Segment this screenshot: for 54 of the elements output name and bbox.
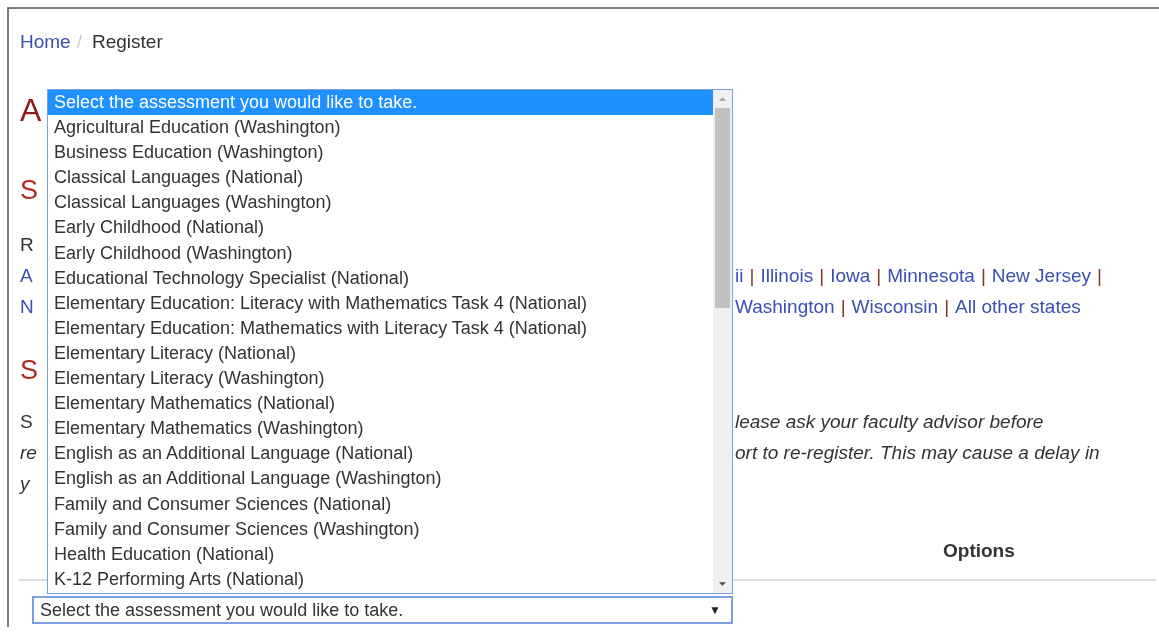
note-text: re [20, 442, 37, 463]
breadcrumb-current: Register [91, 30, 163, 54]
dropdown-option[interactable]: Elementary Literacy (National) [48, 340, 713, 367]
state-link[interactable]: Washington [735, 292, 835, 322]
link-separator: | [819, 264, 825, 288]
note-text: y [20, 473, 30, 494]
state-link[interactable]: A [20, 265, 33, 286]
link-separator: | [749, 264, 755, 288]
state-link[interactable]: All other states [955, 292, 1081, 322]
dropdown-option[interactable]: Agricultural Education (Washington) [48, 115, 713, 141]
page-title: A [20, 91, 42, 130]
scroll-down-icon[interactable] [718, 581, 727, 587]
dropdown-option[interactable]: K-12 Performing Arts (National) [48, 566, 713, 592]
scrollbar[interactable] [713, 90, 732, 593]
column-header: Options [943, 539, 1015, 563]
link-separator: | [944, 295, 950, 319]
note-text: S [20, 411, 33, 432]
dropdown-option[interactable]: Health Education (National) [48, 541, 713, 567]
section-heading: S [20, 174, 38, 207]
dropdown-option[interactable]: Business Education (Washington) [48, 140, 713, 166]
dropdown-option[interactable]: Elementary Literacy (Washington) [48, 366, 713, 392]
dropdown-option[interactable]: Early Childhood (Washington) [48, 240, 713, 266]
state-link[interactable]: Illinois [760, 261, 814, 291]
link-separator: | [1097, 264, 1102, 288]
state-link[interactable]: ii [735, 261, 744, 291]
dropdown-option[interactable]: Educational Technology Specialist (National) [48, 265, 713, 291]
link-separator: | [876, 264, 882, 288]
assessment-select[interactable]: Select the assessment you would like to take. ▼ [32, 596, 733, 624]
dropdown-option[interactable]: English as an Additional Language (National) [48, 441, 713, 467]
state-link[interactable]: Minnesota [887, 261, 975, 291]
dropdown-option[interactable]: Family and Consumer Sciences (Washington) [48, 516, 713, 542]
state-link[interactable]: N [20, 296, 34, 317]
note-text: ort to re-register. This may cause a delay in [735, 441, 1100, 465]
scroll-up-icon[interactable] [718, 96, 727, 102]
dropdown-option[interactable]: English as an Additional Language (Washington) [48, 466, 713, 492]
state-link[interactable]: Wisconsin [851, 292, 939, 322]
breadcrumb-separator: / [76, 30, 82, 54]
note-text: lease ask your faculty advisor before [735, 410, 1044, 434]
dropdown-option[interactable]: Elementary Education: Literacy with Mathematics Task 4 (National) [48, 290, 713, 316]
section-heading: S [20, 354, 38, 387]
dropdown-option[interactable]: Family and Consumer Sciences (National) [48, 491, 713, 517]
dropdown-option[interactable]: Classical Languages (National) [48, 165, 713, 191]
state-link[interactable]: New Jersey [991, 261, 1092, 291]
state-link[interactable]: Iowa [830, 261, 871, 291]
scrollbar-thumb[interactable] [715, 108, 730, 308]
dropdown-option[interactable]: Elementary Mathematics (National) [48, 391, 713, 417]
dropdown-option[interactable]: Elementary Education: Mathematics with Literacy Task 4 (National) [48, 315, 713, 341]
dropdown-option[interactable]: Early Childhood (National) [48, 215, 713, 241]
dropdown-option[interactable]: Classical Languages (Washington) [48, 190, 713, 216]
dropdown-option[interactable]: Elementary Mathematics (Washington) [48, 416, 713, 442]
intro-text: R [20, 233, 34, 257]
breadcrumb-link[interactable]: Home [20, 27, 71, 57]
link-separator: | [980, 264, 986, 288]
link-separator: | [840, 295, 846, 319]
